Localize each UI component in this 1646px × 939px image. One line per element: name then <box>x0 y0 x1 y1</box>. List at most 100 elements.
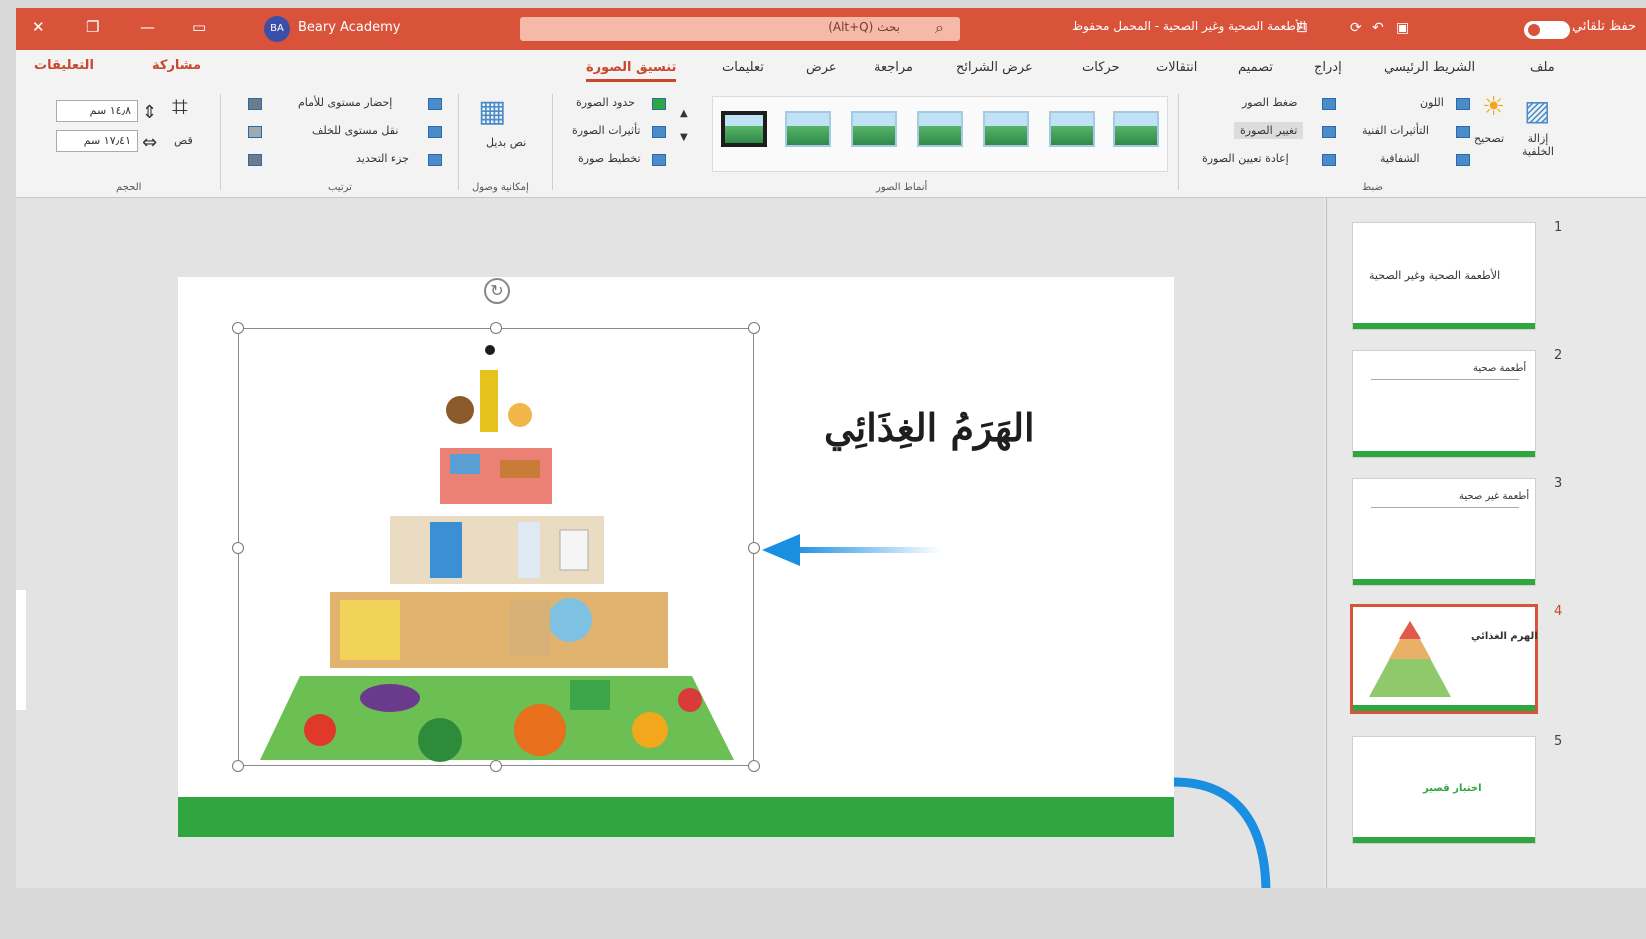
picture-style-6[interactable] <box>1049 111 1095 147</box>
width-icon: ⇔ <box>142 132 158 153</box>
slideshow-icon[interactable]: ⊡ <box>1296 20 1308 36</box>
selection-pane-button[interactable]: جزء التحديد <box>356 152 409 165</box>
redo-icon[interactable]: ⟳ <box>1350 20 1362 36</box>
user-name[interactable]: Beary Academy <box>298 20 400 35</box>
corrections-icon[interactable]: ☀ <box>1482 92 1505 122</box>
resize-handle-e[interactable] <box>748 542 760 554</box>
thumbnail-title: أطعمة غير صحية <box>1459 491 1530 502</box>
tab-home[interactable]: الشريط الرئيسي <box>1384 60 1475 75</box>
tab-view[interactable]: عرض <box>806 60 837 75</box>
undo-icon[interactable]: ↶ <box>1372 20 1384 36</box>
resize-handle-s[interactable] <box>490 760 502 772</box>
thumbnail-bar <box>1353 705 1535 711</box>
thumbnail-title: الأطعمة الصحية وغير الصحية <box>1369 269 1501 282</box>
slide-thumbnail-5[interactable]: اختبار قصير <box>1352 736 1536 844</box>
status-bar <box>16 888 1646 939</box>
corrections-button[interactable]: تصحيح <box>1474 132 1504 145</box>
thumbnail-line <box>1371 507 1519 508</box>
minimize-icon[interactable]: — <box>140 18 155 36</box>
thumbnail-pyramid-image <box>1369 621 1451 697</box>
bring-forward-icon <box>428 98 442 110</box>
ribbon: ١٤٫٨ سم ١٧٫٤١ سم ⇕ ⇔ ⌗ قص الحجم إحضار مس… <box>16 86 1646 198</box>
autosave-label: حفظ تلقائي <box>1572 19 1636 34</box>
restore-icon[interactable]: ❐ <box>86 18 99 36</box>
ribbon-display-icon[interactable]: ▭ <box>192 18 206 36</box>
document-title: الأطعمة الصحية وغير الصحية - المحمل محفو… <box>1071 19 1306 33</box>
rotate-icon[interactable] <box>248 154 262 166</box>
separator <box>552 94 553 190</box>
crop-icon[interactable]: ⌗ <box>172 90 188 124</box>
group-icon[interactable] <box>248 126 262 138</box>
change-picture-icon <box>1322 126 1336 138</box>
slide-thumbnail-1[interactable]: الأطعمة الصحية وغير الصحية <box>1352 222 1536 330</box>
picture-style-3[interactable] <box>851 111 897 147</box>
vertical-scrollbar[interactable] <box>16 590 26 710</box>
picture-style-5[interactable] <box>983 111 1029 147</box>
remove-background-button[interactable]: إزالة الخلفية <box>1518 132 1558 158</box>
search-input[interactable]: بحث (Alt+Q) ⌕ <box>520 17 960 41</box>
tab-insert[interactable]: إدراج <box>1314 60 1342 75</box>
separator <box>458 94 459 190</box>
resize-handle-ne[interactable] <box>748 322 760 334</box>
tab-help[interactable]: تعليمات <box>722 60 764 75</box>
tab-review[interactable]: مراجعة <box>874 60 913 75</box>
picture-style-1[interactable] <box>721 111 767 147</box>
tab-slideshow[interactable]: عرض الشرائح <box>956 60 1033 75</box>
color-button[interactable]: اللون <box>1420 96 1444 109</box>
artistic-effects-button[interactable]: التأثيرات الفنية <box>1362 124 1429 137</box>
slide-thumbnail-3[interactable]: أطعمة غير صحية <box>1352 478 1536 586</box>
gallery-scroll-up[interactable]: ▲ <box>680 108 688 119</box>
resize-handle-w[interactable] <box>232 542 244 554</box>
height-icon: ⇕ <box>142 102 158 123</box>
tab-picture-format[interactable]: تنسيق الصورة <box>586 60 677 82</box>
share-button[interactable]: مشاركة <box>152 58 201 73</box>
transparency-button[interactable]: الشفافية <box>1380 152 1420 165</box>
align-icon[interactable] <box>248 98 262 110</box>
thumbnail-bar <box>1353 451 1535 457</box>
width-field[interactable]: ١٧٫٤١ سم <box>56 130 138 152</box>
tab-design[interactable]: تصميم <box>1238 60 1273 75</box>
height-field[interactable]: ١٤٫٨ سم <box>56 100 138 122</box>
resize-handle-nw[interactable] <box>232 322 244 334</box>
close-icon[interactable]: ✕ <box>32 18 45 36</box>
bring-forward-button[interactable]: إحضار مستوى للأمام <box>298 96 392 109</box>
tab-transitions[interactable]: انتقالات <box>1156 60 1197 75</box>
thumbnail-bar <box>1353 323 1535 329</box>
picture-border-button[interactable]: حدود الصورة <box>576 96 635 109</box>
resize-handle-sw[interactable] <box>232 760 244 772</box>
change-picture-button[interactable]: تغيير الصورة <box>1234 122 1304 139</box>
slide-title[interactable]: الهَرَمُ الغِذَائِي <box>824 405 1035 450</box>
slide-number: 4 <box>1554 604 1563 619</box>
separator <box>220 94 221 190</box>
picture-style-4[interactable] <box>917 111 963 147</box>
picture-style-7[interactable] <box>1113 111 1159 147</box>
adjust-group-label: ضبط <box>1362 182 1384 193</box>
slide-number: 2 <box>1554 348 1563 363</box>
tab-animations[interactable]: حركات <box>1082 60 1120 75</box>
alt-text-icon[interactable]: ▦ <box>478 94 506 129</box>
slide-thumbnail-4[interactable]: الهرم الغذائي <box>1350 604 1538 714</box>
avatar[interactable]: BA <box>264 16 290 42</box>
resize-handle-se[interactable] <box>748 760 760 772</box>
remove-background-icon[interactable]: ▨ <box>1524 94 1550 127</box>
comments-button[interactable]: التعليقات <box>34 58 94 73</box>
reset-picture-button[interactable]: إعادة تعيين الصورة <box>1202 152 1289 165</box>
autosave-toggle[interactable] <box>1524 21 1570 39</box>
save-icon[interactable]: ▣ <box>1396 20 1409 36</box>
reset-picture-icon <box>1322 154 1336 166</box>
gallery-scroll-down[interactable]: ▼ <box>680 132 688 143</box>
crop-button[interactable]: قص <box>174 134 193 147</box>
picture-border-icon <box>652 98 666 110</box>
picture-effects-button[interactable]: تأثيرات الصورة <box>572 124 640 137</box>
search-icon: ⌕ <box>935 18 944 37</box>
picture-effects-icon <box>652 126 666 138</box>
tab-file[interactable]: ملف <box>1530 60 1555 75</box>
picture-layout-button[interactable]: تخطيط صورة <box>578 152 641 165</box>
slide-thumbnail-2[interactable]: أطعمة صحية <box>1352 350 1536 458</box>
resize-handle-n[interactable] <box>490 322 502 334</box>
send-backward-button[interactable]: نقل مستوى للخلف <box>312 124 398 137</box>
rotation-handle[interactable]: ↻ <box>484 278 510 304</box>
compress-pictures-button[interactable]: ضغط الصور <box>1242 96 1298 109</box>
alt-text-button[interactable]: نص بديل <box>486 136 526 149</box>
picture-style-2[interactable] <box>785 111 831 147</box>
